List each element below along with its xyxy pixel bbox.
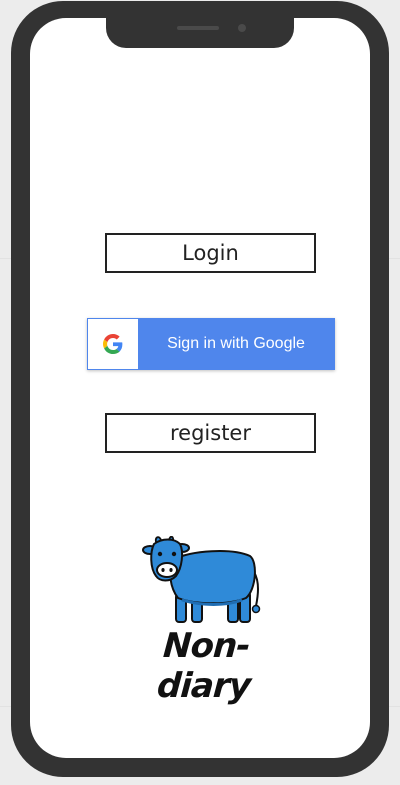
- front-camera-icon: [238, 24, 246, 32]
- login-button[interactable]: Login: [105, 233, 316, 273]
- phone-notch: [106, 16, 294, 48]
- phone-screen: Login Sign in with Google register Non-d…: [30, 18, 370, 758]
- google-logo-icon: [88, 319, 138, 369]
- cow-logo-icon: [142, 536, 261, 623]
- speaker-grille: [177, 26, 219, 30]
- register-button[interactable]: register: [105, 413, 316, 453]
- phone-frame: Login Sign in with Google register Non-d…: [11, 1, 389, 777]
- brand-name: Non-diary: [155, 626, 252, 706]
- google-sign-in-button[interactable]: Sign in with Google: [87, 318, 335, 370]
- google-sign-in-label: Sign in with Google: [167, 335, 305, 352]
